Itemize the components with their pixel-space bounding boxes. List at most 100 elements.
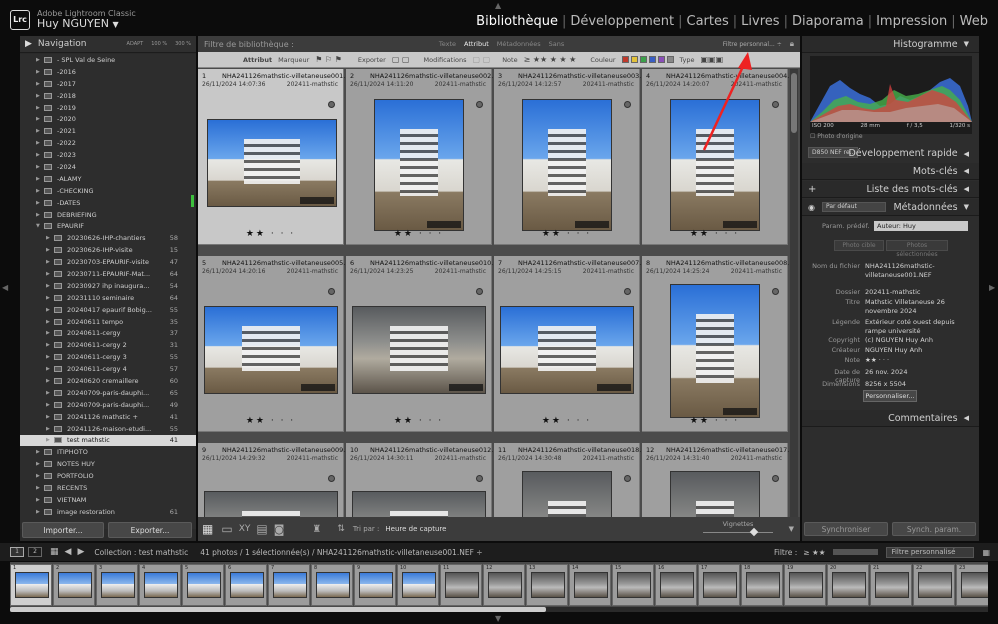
second-window-button[interactable]: 2 [28,547,42,557]
photo-thumbnail[interactable] [204,491,338,517]
edit-icons[interactable]: ▢ ▢ [392,55,410,64]
filter-toggle-icon[interactable]: ▦ [982,548,990,557]
collapse-right-arrow-icon[interactable]: ▶ [989,283,995,292]
metadata-preset-select[interactable]: Auteur: Huy [874,221,968,231]
filmstrip-scroll-thumb[interactable] [10,607,546,612]
filmstrip-thumbnail[interactable]: 12 [483,564,525,606]
metadata-value[interactable]: 8256 x 5504 [865,380,965,389]
add-keyword-icon[interactable]: + [808,184,816,195]
keyword-list-header[interactable]: + Liste des mots-clés ◀ [802,181,979,198]
disclosure-triangle-icon[interactable]: ▶ [46,319,54,325]
main-window-button[interactable]: 1 [10,547,24,557]
toolbar-menu-icon[interactable]: ▼ [789,525,794,533]
forward-arrow-icon[interactable]: ▶ [77,547,84,557]
flag-icons[interactable]: ⚑ ⚐ ⚑ [315,55,342,64]
disclosure-triangle-icon[interactable]: ▶ [46,342,54,348]
disclosure-triangle-icon[interactable]: ▶ [46,366,54,372]
photo-thumbnail[interactable] [670,471,760,517]
metadata-value[interactable]: (c) NGUYEN Huy Anh [865,336,965,345]
folder-item[interactable]: ▶ RECENTS [20,482,196,494]
folder-item[interactable]: ▶ PORTFOLIO [20,470,196,482]
lock-icon[interactable]: 🔒︎ [790,39,794,49]
export-button[interactable]: Exporter... [108,522,192,538]
grid-icon[interactable]: ▦ [50,547,59,557]
photo-thumbnail[interactable] [207,119,337,207]
back-arrow-icon[interactable]: ◀ [65,547,72,557]
original-photo-checkbox[interactable]: ☐ Photo d'origine [810,133,863,140]
disclosure-triangle-icon[interactable]: ▶ [46,378,54,384]
disclosure-triangle-icon[interactable]: ▶ [36,473,44,479]
sort-select[interactable]: Heure de capture [385,525,446,533]
filmstrip-thumbnail[interactable]: 11 [440,564,482,606]
disclosure-triangle-icon[interactable]: ▶ [36,152,44,158]
badge-icons[interactable] [575,221,609,228]
flag-filter-strip[interactable] [833,549,879,555]
metadata-value[interactable]: 26 nov. 2024 [865,368,965,377]
quick-collection-dot-icon[interactable] [476,475,483,482]
filmstrip-thumbnail[interactable]: 7 [268,564,310,606]
folder-item[interactable]: ▶ -DATES [20,197,196,209]
module-4[interactable]: Diaporama [792,14,864,29]
folder-item[interactable]: ▶ -2021 [20,125,196,137]
metadata-header[interactable]: ◉ Par défaut Métadonnées ▼ [802,199,979,216]
badge-icons[interactable] [427,221,461,228]
folder-item[interactable]: ▶ 20240611-cergy 4 57 [20,363,196,375]
folder-item[interactable]: ▶ NOTES HUY [20,458,196,470]
filmstrip-thumbnail[interactable]: 8 [311,564,353,606]
disclosure-triangle-icon[interactable]: ▶ [36,176,44,182]
module-0[interactable]: Bibliothèque [476,14,558,29]
filmstrip-thumbnail[interactable]: 18 [741,564,783,606]
disclosure-triangle-icon[interactable]: ▶ [46,271,54,277]
folder-item[interactable]: ▶ 20230927 ihp inaugura... 54 [20,280,196,292]
metadata-value[interactable]: NHA241126mathstic-villetaneuse001.NEF [865,262,965,280]
metadata-value[interactable]: Mathstic Villetaneuse 26 novembre 2024 [865,298,965,316]
color-label-swatch[interactable] [621,56,629,63]
folder-item[interactable]: ▶ -2024 [20,161,196,173]
grid-cell[interactable]: 10 NHA241126mathstic-villetaneuse012.NEF 2… [346,443,506,517]
customize-button[interactable]: Personnaliser... [863,390,917,402]
disclosure-triangle-icon[interactable]: ▶ [46,295,54,301]
module-1[interactable]: Développement [570,14,674,29]
disclosure-triangle-icon[interactable]: ▶ [36,57,44,63]
quick-collection-dot-icon[interactable] [624,288,631,295]
navigator-header[interactable]: ▶ Navigation ADAPT 100 % 300 % [20,36,196,53]
filmstrip-thumbnail[interactable]: 22 [913,564,955,606]
navigator-zoom-300[interactable]: 300 % [175,41,191,47]
folder-item[interactable]: ▶ 20240620 cremaillere 60 [20,375,196,387]
comments-header[interactable]: Commentaires ◀ [802,410,979,427]
disclosure-triangle-icon[interactable]: ▶ [36,140,44,146]
filmstrip-thumbnail[interactable]: 1 [10,564,52,606]
quick-collection-dot-icon[interactable] [772,101,779,108]
selected-photos-button[interactable]: Photos sélectionnées [886,240,948,258]
filmstrip-thumbnail[interactable]: 20 [827,564,869,606]
folder-item[interactable]: ▶ -2020 [20,113,196,125]
disclosure-triangle-icon[interactable]: ▶ [36,497,44,503]
folder-item[interactable]: ▼ EPAURIF [20,220,196,232]
folder-item[interactable]: ▶ VIETNAM [20,494,196,506]
photo-thumbnail[interactable] [352,491,486,517]
quick-collection-dot-icon[interactable] [624,101,631,108]
quick-develop-header[interactable]: Développement rapide ◀ [802,145,979,162]
grid-cell[interactable]: 3 NHA241126mathstic-villetaneuse003.NEF 26… [494,69,654,245]
filter-tab-metadata[interactable]: Métadonnées [497,40,541,48]
folder-item[interactable]: ▶ -2023 [20,149,196,161]
quick-collection-dot-icon[interactable] [624,475,631,482]
folder-item[interactable]: ▶ 20241126 mathstic + 41 [20,411,196,423]
quick-collection-dot-icon[interactable] [328,288,335,295]
filter-tab-text[interactable]: Texte [439,40,456,48]
photo-thumbnail[interactable] [352,306,486,394]
disclosure-triangle-icon[interactable]: ▶ [46,259,54,265]
filmstrip-thumbnail[interactable]: 10 [397,564,439,606]
filter-tab-attribute[interactable]: Attribut [464,40,489,48]
quick-collection-dot-icon[interactable] [476,288,483,295]
folder-item[interactable]: ▶ -2019 [20,102,196,114]
folder-item[interactable]: ▶ DEBRIEFING [20,209,196,221]
filmstrip-thumbnail[interactable]: 14 [569,564,611,606]
disclosure-triangle-icon[interactable]: ▶ [46,283,54,289]
folder-item[interactable]: ▶ 20240709-paris-dauphi... 65 [20,387,196,399]
filmstrip-thumbnail[interactable]: 13 [526,564,568,606]
disclosure-triangle-icon[interactable]: ▶ [36,164,44,170]
grid-cell[interactable]: 11 NHA241126mathstic-villetaneuse018.NEF 2… [494,443,654,517]
sort-direction-icon[interactable]: ⇅ [337,524,345,534]
folder-item[interactable]: ▶ 20240611-cergy 3 55 [20,351,196,363]
